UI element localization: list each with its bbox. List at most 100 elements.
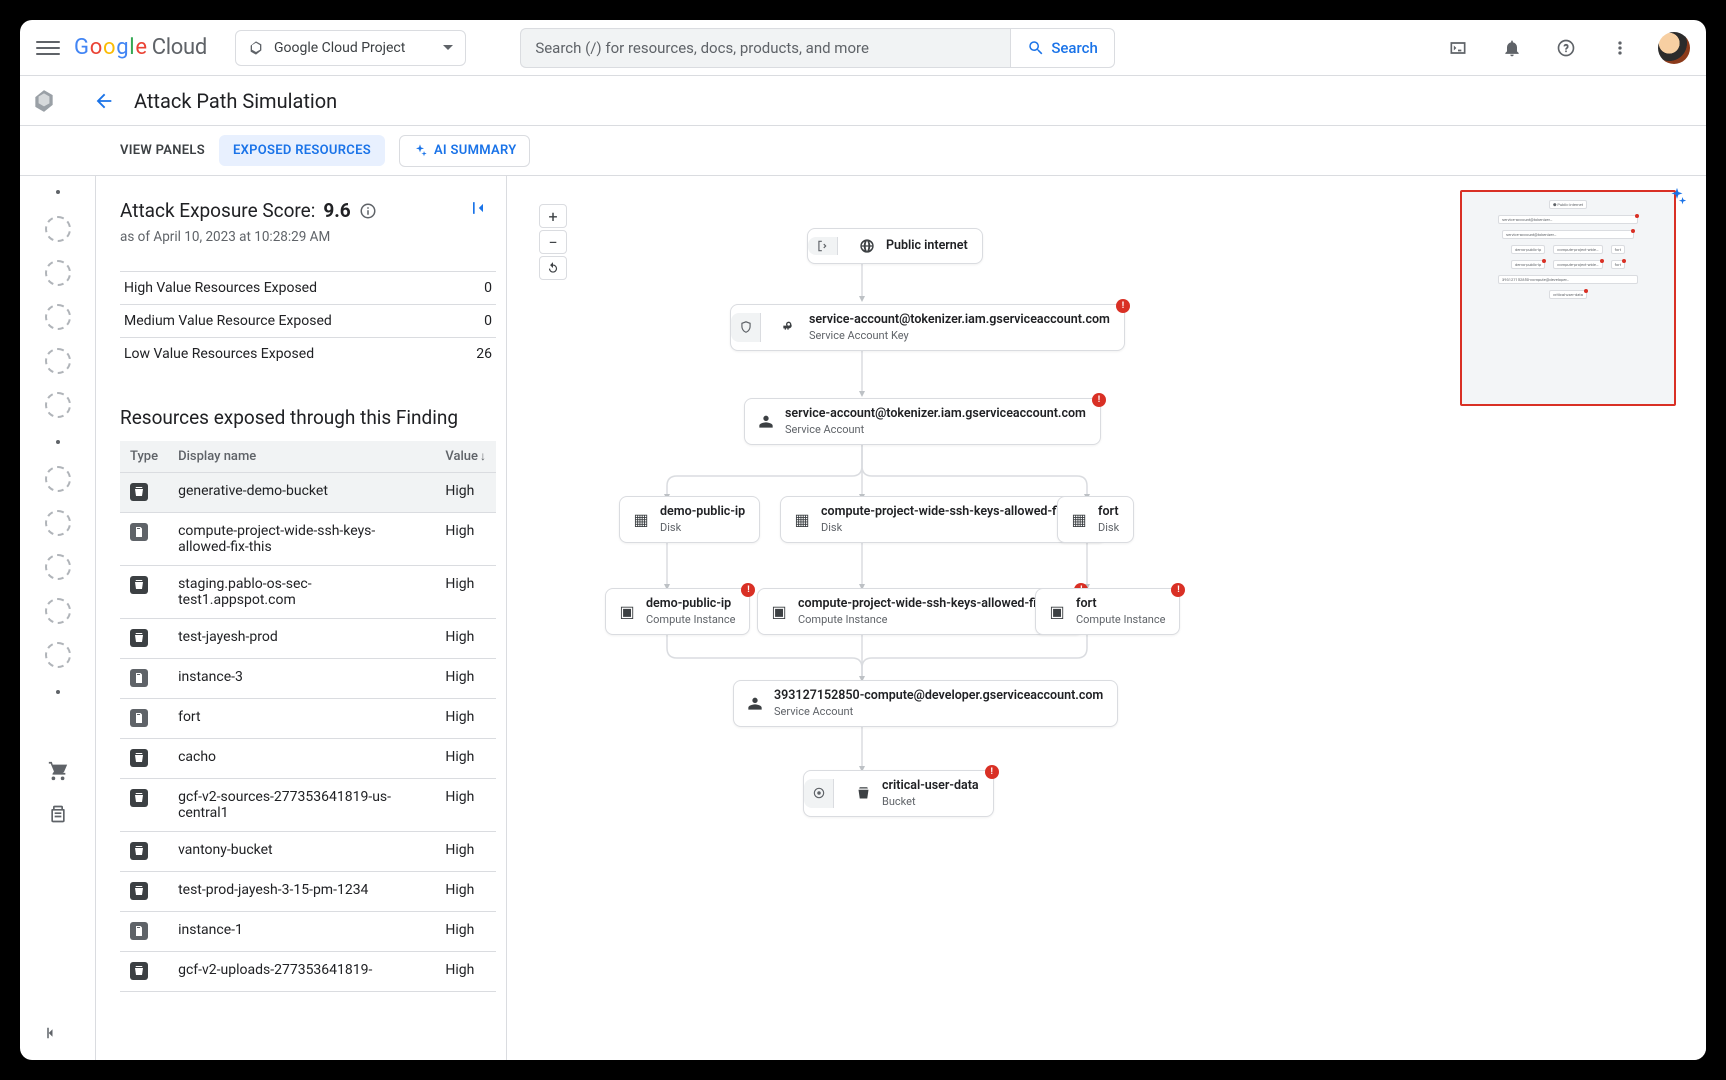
search-icon: [1027, 39, 1045, 57]
table-row[interactable]: generative-demo-bucketHigh: [120, 473, 496, 513]
score-asof: as of April 10, 2023 at 10:28:29 AM: [120, 229, 496, 245]
table-row[interactable]: instance-3High: [120, 659, 496, 699]
tab-exposed-resources[interactable]: EXPOSED RESOURCES: [219, 135, 385, 166]
ai-sparkle-button[interactable]: [1666, 186, 1688, 212]
bucket-icon: [130, 882, 148, 900]
table-row[interactable]: gcf-v2-sources-277353641819-us-central1H…: [120, 779, 496, 832]
tabs-row: VIEW PANELS EXPOSED RESOURCES AI SUMMARY: [20, 126, 1706, 176]
more-icon[interactable]: [1600, 28, 1640, 68]
search: Search: [520, 28, 1115, 68]
nav-item[interactable]: [45, 510, 71, 536]
left-panel[interactable]: Attack Exposure Score: 9.6 as of April 1…: [96, 176, 506, 1060]
search-input[interactable]: [520, 28, 1010, 68]
node-subtitle: Disk: [821, 521, 1091, 534]
shield-icon: [731, 313, 761, 342]
table-row[interactable]: test-jayesh-prodHigh: [120, 619, 496, 659]
node-instance-3[interactable]: ▣ fort Compute Instance !: [1035, 588, 1180, 635]
instance-icon: ▣: [1048, 602, 1066, 620]
col-type[interactable]: Type: [120, 441, 168, 473]
bucket-icon: [854, 784, 872, 802]
table-row[interactable]: fortHigh: [120, 699, 496, 739]
zoom-reset-button[interactable]: [539, 256, 567, 280]
table-row[interactable]: test-prod-jayesh-3-15-pm-1234High: [120, 872, 496, 912]
node-developer-sa[interactable]: 393127152850-compute@developer.gservicea…: [733, 680, 1118, 727]
menu-icon[interactable]: [36, 36, 60, 60]
help-icon[interactable]: [1546, 28, 1586, 68]
resource-value: High: [435, 952, 496, 992]
table-row[interactable]: compute-project-wide-ssh-keys-allowed-fi…: [120, 513, 496, 566]
metric-label: Low Value Resources Exposed: [124, 346, 314, 362]
node-disk-3[interactable]: ▦ fort Disk: [1057, 496, 1134, 543]
node-title: fort: [1098, 505, 1119, 519]
project-icon: [248, 40, 264, 56]
avatar[interactable]: [1658, 32, 1690, 64]
col-name[interactable]: Display name: [168, 441, 435, 473]
zoom-in-button[interactable]: +: [539, 204, 567, 228]
nav-section-dot: [56, 440, 60, 444]
table-row[interactable]: cachoHigh: [120, 739, 496, 779]
node-subtitle: Compute Instance: [1076, 613, 1165, 626]
nav-item[interactable]: [45, 642, 71, 668]
top-bar: Google Cloud Google Cloud Project Search: [20, 20, 1706, 76]
resource-name: instance-3: [168, 659, 435, 699]
sort-desc-icon: ↓: [480, 449, 486, 463]
resources-table: Type Display name Value↓ generative-demo…: [120, 441, 496, 992]
resource-value: High: [435, 699, 496, 739]
metric-value: 26: [476, 346, 492, 362]
table-row[interactable]: staging.pablo-os-sec-test1.appspot.comHi…: [120, 566, 496, 619]
back-button[interactable]: [84, 90, 124, 112]
node-bucket[interactable]: critical-user-data Bucket !: [803, 770, 994, 817]
node-sa-key[interactable]: service-account@tokenizer.iam.gserviceac…: [730, 304, 1125, 351]
nav-item[interactable]: [45, 554, 71, 580]
resource-value: High: [435, 739, 496, 779]
nav-item[interactable]: [45, 216, 71, 242]
page-header: Attack Path Simulation: [20, 76, 1706, 126]
nav-item[interactable]: [45, 392, 71, 418]
cloud-shell-icon[interactable]: [1438, 28, 1478, 68]
cart-icon[interactable]: [47, 760, 69, 786]
nav-section-dot: [56, 190, 60, 194]
clipboard-icon[interactable]: [48, 804, 68, 828]
zoom-out-button[interactable]: −: [539, 230, 567, 254]
nav-item[interactable]: [45, 466, 71, 492]
tab-view-panels[interactable]: VIEW PANELS: [120, 143, 205, 158]
account-icon: [757, 412, 775, 430]
collapse-nav-icon[interactable]: [42, 1024, 60, 1046]
metric-row: High Value Resources Exposed0: [120, 272, 496, 305]
table-row[interactable]: instance-1High: [120, 912, 496, 952]
instance-icon: ▣: [618, 602, 636, 620]
node-title: compute-project-wide-ssh-keys-allowed-fi…: [798, 597, 1068, 611]
nav-item[interactable]: [45, 260, 71, 286]
resource-name: gcf-v2-sources-277353641819-us-central1: [168, 779, 435, 832]
product-icon: [20, 88, 68, 114]
resources-title: Resources exposed through this Finding: [120, 406, 496, 429]
google-cloud-logo[interactable]: Google Cloud: [74, 35, 207, 60]
nav-item[interactable]: [45, 598, 71, 624]
ai-summary-button[interactable]: AI SUMMARY: [399, 135, 530, 167]
resource-value: High: [435, 619, 496, 659]
metric-label: High Value Resources Exposed: [124, 280, 317, 296]
nav-item[interactable]: [45, 348, 71, 374]
document-icon: [130, 922, 148, 940]
target-icon: [804, 779, 834, 808]
info-icon[interactable]: [359, 202, 377, 220]
document-icon: [130, 523, 148, 541]
nav-item[interactable]: [45, 716, 71, 742]
bucket-icon: [130, 749, 148, 767]
minimap[interactable]: ⬣ Public internet service-account@tokeni…: [1460, 190, 1676, 406]
table-row[interactable]: vantony-bucketHigh: [120, 832, 496, 872]
col-value[interactable]: Value↓: [435, 441, 496, 473]
node-disk-1[interactable]: ▦ demo-public-ip Disk: [619, 496, 760, 543]
table-row[interactable]: gcf-v2-uploads-277353641819-High: [120, 952, 496, 992]
bucket-icon: [130, 789, 148, 807]
collapse-panel-icon[interactable]: [468, 198, 496, 223]
node-sa[interactable]: service-account@tokenizer.iam.gserviceac…: [744, 398, 1101, 445]
bucket-icon: [130, 962, 148, 980]
graph-canvas[interactable]: + − ⬣ Public internet service-account@to…: [507, 176, 1706, 1060]
project-picker[interactable]: Google Cloud Project: [235, 30, 466, 66]
nav-item[interactable]: [45, 304, 71, 330]
node-instance-1[interactable]: ▣ demo-public-ip Compute Instance !: [605, 588, 750, 635]
node-public-internet[interactable]: Public internet: [807, 228, 983, 264]
search-button[interactable]: Search: [1010, 28, 1115, 68]
notifications-icon[interactable]: [1492, 28, 1532, 68]
